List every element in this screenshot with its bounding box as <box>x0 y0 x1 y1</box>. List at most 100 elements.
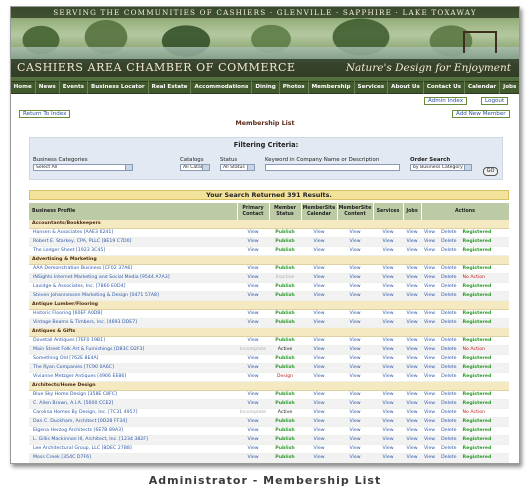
jobs-view-link[interactable]: View <box>403 336 421 346</box>
services-view-link[interactable]: View <box>373 354 403 364</box>
action-view-link[interactable]: View <box>424 266 435 271</box>
services-view-link[interactable]: View <box>373 408 403 418</box>
services-view-link[interactable]: View <box>373 273 403 283</box>
jobs-view-link[interactable]: View <box>403 444 421 454</box>
services-view-link[interactable]: View <box>373 264 403 274</box>
jobs-view-link[interactable]: View <box>403 453 421 463</box>
business-profile-link[interactable]: The Ledger Sheet [1923 3C45] <box>29 246 237 256</box>
calendar-view-link[interactable]: View <box>301 354 337 364</box>
action-delete-link[interactable]: Delete <box>441 248 456 253</box>
action-view-link[interactable]: View <box>424 356 435 361</box>
business-profile-link[interactable]: Elgena Herzog Architects [6E7B 89A3] <box>29 426 237 436</box>
services-view-link[interactable]: View <box>373 237 403 247</box>
business-profile-link[interactable]: Moss Creek [354C D7F6] <box>29 453 237 463</box>
col-business-profile[interactable]: Business Profile <box>29 203 238 220</box>
nav-item[interactable]: Photos <box>280 81 309 94</box>
services-view-link[interactable]: View <box>373 291 403 301</box>
business-profile-link[interactable]: Mountainworks Custom Home Design Ltd. [5… <box>29 462 237 463</box>
primary-contact-view-link[interactable]: View <box>237 372 269 382</box>
admin-index-button[interactable]: Admin Index <box>424 97 468 105</box>
jobs-view-link[interactable]: View <box>403 363 421 373</box>
content-view-link[interactable]: View <box>337 453 373 463</box>
jobs-view-link[interactable]: View <box>403 372 421 382</box>
business-profile-link[interactable]: L. Gillis Mackinnon III, Architect, Inc.… <box>29 435 237 445</box>
action-view-link[interactable]: View <box>424 446 435 451</box>
calendar-view-link[interactable]: View <box>301 399 337 409</box>
primary-contact-view-link[interactable]: View <box>237 363 269 373</box>
business-profile-link[interactable]: Steven Johannessen Marketing & Design [0… <box>29 291 237 301</box>
nav-item[interactable]: News <box>36 81 60 94</box>
calendar-view-link[interactable]: View <box>301 462 337 463</box>
business-profile-link[interactable]: C. Allen Brown, A.I.A. [5600 CCE2] <box>29 399 237 409</box>
services-view-link[interactable]: View <box>373 444 403 454</box>
content-view-link[interactable]: View <box>337 399 373 409</box>
nav-item[interactable]: Home <box>11 81 36 94</box>
business-profile-link[interactable]: Vivianne Metzger Antiques [4906 EE86] <box>29 372 237 382</box>
action-view-link[interactable]: View <box>424 230 435 235</box>
action-delete-link[interactable]: Delete <box>441 446 456 451</box>
services-view-link[interactable]: View <box>373 372 403 382</box>
action-view-link[interactable]: View <box>424 437 435 442</box>
action-view-link[interactable]: View <box>424 293 435 298</box>
action-delete-link[interactable]: Delete <box>441 365 456 370</box>
action-delete-link[interactable]: Delete <box>441 275 456 280</box>
calendar-view-link[interactable]: View <box>301 426 337 436</box>
action-delete-link[interactable]: Delete <box>441 392 456 397</box>
go-button[interactable]: GO <box>483 167 498 176</box>
services-view-link[interactable]: View <box>373 462 403 463</box>
action-view-link[interactable]: View <box>424 311 435 316</box>
action-view-link[interactable]: View <box>424 428 435 433</box>
business-profile-link[interactable]: AAA Demonstration Business [CF02 37A6] <box>29 264 237 274</box>
logout-button[interactable]: Logout <box>481 97 509 105</box>
action-view-link[interactable]: View <box>424 320 435 325</box>
content-view-link[interactable]: View <box>337 345 373 355</box>
nav-item[interactable]: Calendar <box>465 81 501 94</box>
calendar-view-link[interactable]: View <box>301 390 337 400</box>
calendar-view-link[interactable]: View <box>301 453 337 463</box>
action-delete-link[interactable]: Delete <box>441 284 456 289</box>
content-view-link[interactable]: View <box>337 318 373 328</box>
calendar-view-link[interactable]: View <box>301 228 337 238</box>
business-profile-link[interactable]: Vintage Beams & Timbers, Inc. [4693 DDE7… <box>29 318 237 328</box>
primary-contact-view-link[interactable]: View <box>237 417 269 427</box>
nav-item[interactable]: Business Locator <box>88 81 149 94</box>
content-view-link[interactable]: View <box>337 336 373 346</box>
content-view-link[interactable]: View <box>337 228 373 238</box>
services-view-link[interactable]: View <box>373 435 403 445</box>
business-profile-link[interactable]: Lavidge & Associates, Inc. [7860 E0D4] <box>29 282 237 292</box>
services-view-link[interactable]: View <box>373 426 403 436</box>
services-view-link[interactable]: View <box>373 399 403 409</box>
content-view-link[interactable]: View <box>337 282 373 292</box>
calendar-view-link[interactable]: View <box>301 345 337 355</box>
calendar-view-link[interactable]: View <box>301 273 337 283</box>
action-view-link[interactable]: View <box>424 392 435 397</box>
action-delete-link[interactable]: Delete <box>441 401 456 406</box>
business-profile-link[interactable]: Something Old [762E 8E4A] <box>29 354 237 364</box>
calendar-view-link[interactable]: View <box>301 435 337 445</box>
action-delete-link[interactable]: Delete <box>441 419 456 424</box>
content-view-link[interactable]: View <box>337 363 373 373</box>
jobs-view-link[interactable]: View <box>403 273 421 283</box>
primary-contact-view-link[interactable]: View <box>237 237 269 247</box>
action-view-link[interactable]: View <box>424 239 435 244</box>
action-view-link[interactable]: View <box>424 347 435 352</box>
jobs-view-link[interactable]: View <box>403 435 421 445</box>
calendar-view-link[interactable]: View <box>301 363 337 373</box>
primary-contact-view-link[interactable]: View <box>237 309 269 319</box>
jobs-view-link[interactable]: View <box>403 426 421 436</box>
action-view-link[interactable]: View <box>424 275 435 280</box>
action-delete-link[interactable]: Delete <box>441 230 456 235</box>
action-delete-link[interactable]: Delete <box>441 356 456 361</box>
action-view-link[interactable]: View <box>424 284 435 289</box>
action-delete-link[interactable]: Delete <box>441 338 456 343</box>
content-view-link[interactable]: View <box>337 264 373 274</box>
nav-item[interactable]: Events <box>60 81 89 94</box>
business-profile-link[interactable]: Carolina Homes By Design, Inc. [7C31 495… <box>29 408 237 418</box>
primary-contact-view-link[interactable]: View <box>237 291 269 301</box>
business-profile-link[interactable]: The Ryan Companies [7C90 0A6C] <box>29 363 237 373</box>
services-view-link[interactable]: View <box>373 417 403 427</box>
content-view-link[interactable]: View <box>337 273 373 283</box>
jobs-view-link[interactable]: View <box>403 390 421 400</box>
primary-contact-view-link[interactable]: View <box>237 246 269 256</box>
calendar-view-link[interactable]: View <box>301 237 337 247</box>
